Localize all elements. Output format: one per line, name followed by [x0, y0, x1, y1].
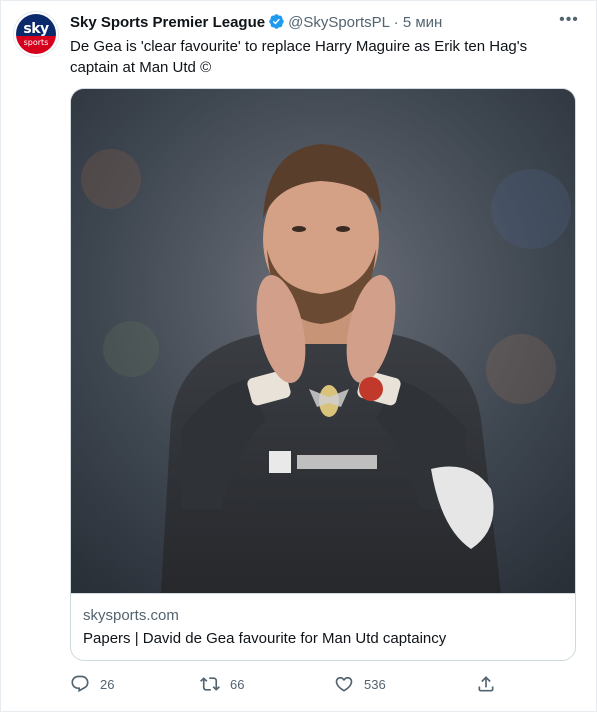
share-icon — [478, 676, 494, 692]
like-button[interactable]: 536 — [334, 672, 386, 696]
share-button[interactable] — [476, 672, 496, 696]
link-card[interactable]: skysports.com Papers | David de Gea favo… — [70, 88, 576, 661]
action-bar: 26 66 536 — [70, 672, 570, 696]
retweet-icon — [200, 677, 220, 691]
retweet-button[interactable]: 66 — [200, 672, 244, 696]
separator-dot: · — [393, 14, 399, 31]
reply-button[interactable]: 26 — [70, 672, 114, 696]
timestamp[interactable]: 5 мин — [403, 14, 443, 31]
sky-sports-logo-icon: sky sports — [16, 14, 56, 54]
like-count: 536 — [364, 676, 386, 692]
avatar-logo-line2: sports — [23, 38, 49, 47]
reply-count: 26 — [100, 676, 115, 692]
card-image[interactable] — [71, 89, 575, 593]
avatar[interactable]: sky sports — [13, 11, 59, 57]
retweet-count: 66 — [230, 676, 245, 692]
verified-badge-icon — [269, 14, 284, 29]
tweet-text: De Gea is 'clear favourite' to replace H… — [70, 38, 528, 76]
heart-icon — [335, 676, 353, 692]
reply-icon — [71, 675, 89, 693]
card-title: Papers | David de Gea favourite for Man … — [83, 630, 447, 647]
more-icon[interactable]: ••• — [557, 12, 581, 33]
card-body[interactable]: skysports.com Papers | David de Gea favo… — [71, 593, 575, 660]
author-handle[interactable]: @SkySportsPL — [288, 14, 389, 31]
author-display-name[interactable]: Sky Sports Premier League — [70, 14, 265, 31]
goalkeeper-applauding-photo-icon — [71, 89, 575, 593]
tweet[interactable]: sky sports Sky Sports Premier League @Sky… — [0, 0, 597, 712]
tweet-header: Sky Sports Premier League @SkySportsPL · … — [70, 13, 442, 33]
avatar-logo-line1: sky — [23, 21, 49, 37]
card-domain: skysports.com — [83, 607, 179, 624]
